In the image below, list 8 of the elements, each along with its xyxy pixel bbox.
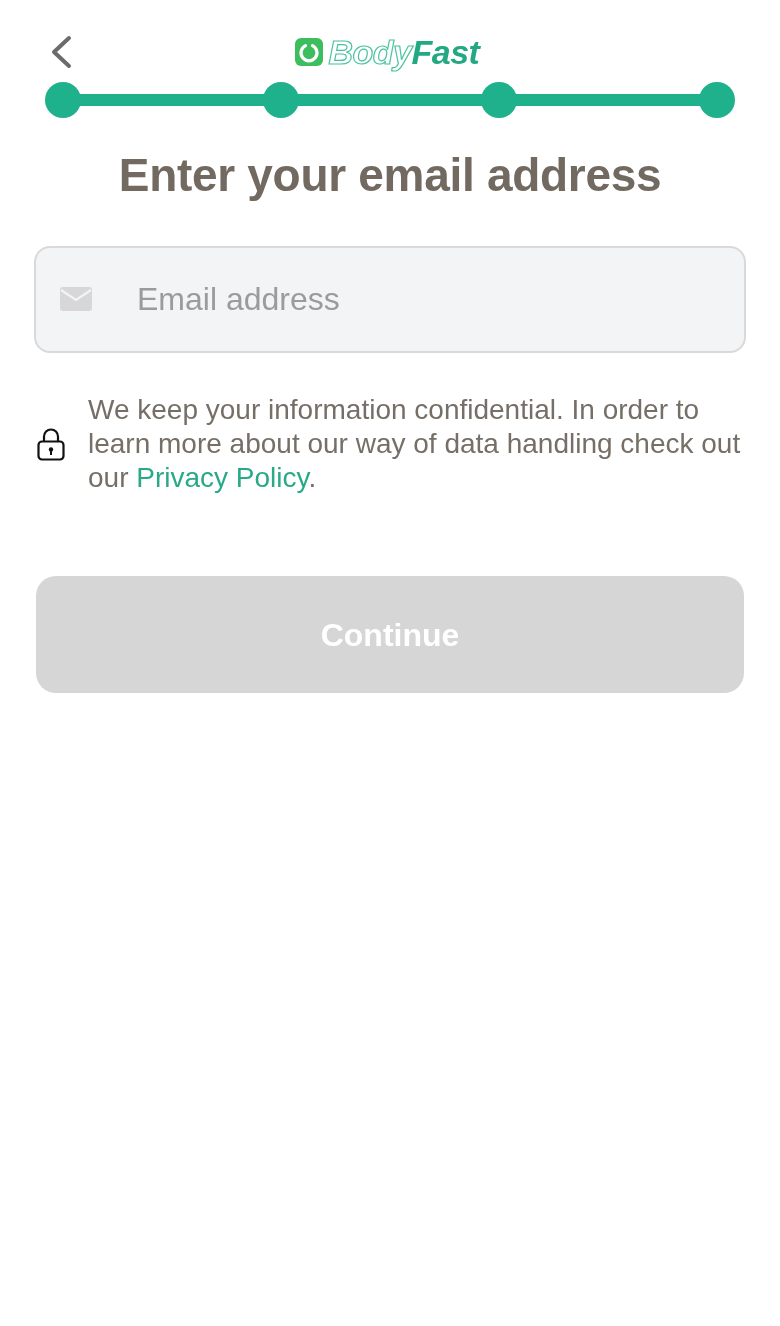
privacy-notice: We keep your information confidential. In order to learn more about our way of data handling check out our Privacy Policy. [88,393,742,495]
back-chevron-icon [50,35,72,69]
privacy-policy-link[interactable]: Privacy Policy [136,462,309,493]
logo-icon [294,38,323,66]
envelope-icon [60,287,92,311]
lock-icon [37,427,65,461]
email-input-field[interactable]: Email address [34,246,746,353]
page-title: Enter your email address [117,148,663,203]
